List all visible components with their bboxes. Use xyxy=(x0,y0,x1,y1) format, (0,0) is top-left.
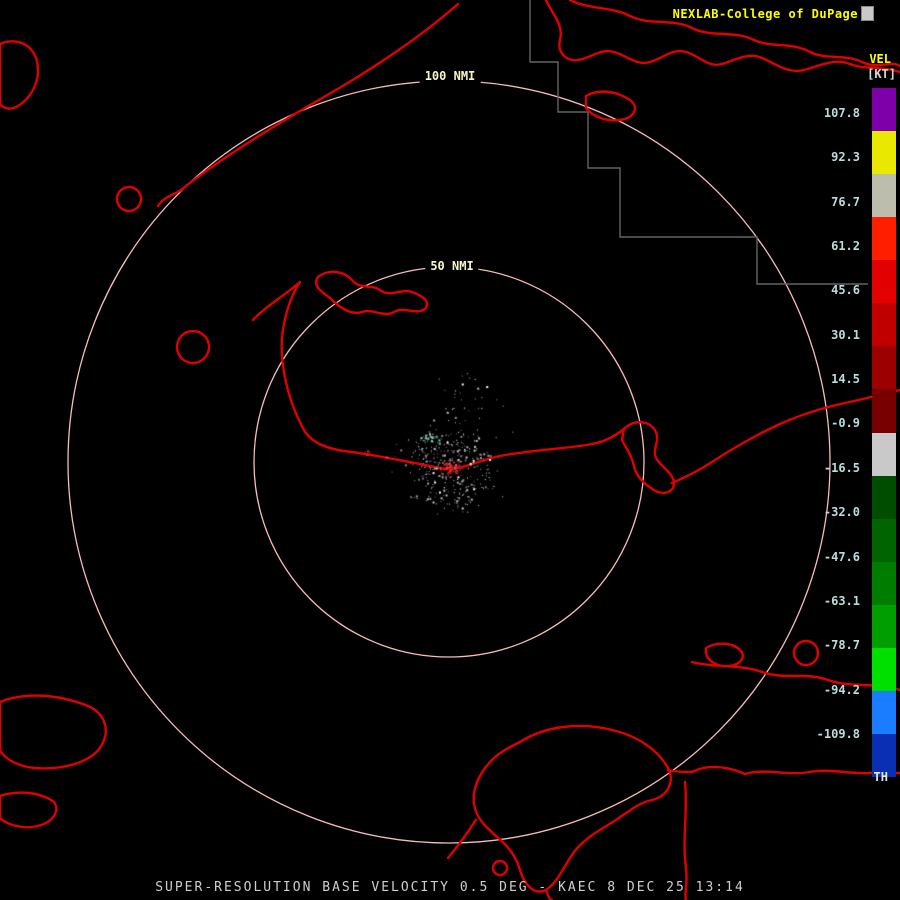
colorbar-segment xyxy=(872,647,896,691)
radar-echoes-canvas xyxy=(0,0,900,900)
product-caption: SUPER-RESOLUTION BASE VELOCITY 0.5 DEG -… xyxy=(155,880,745,895)
colorbar-th-label: TH xyxy=(873,770,888,784)
colorbar-segments xyxy=(872,88,896,777)
ring-label-100nmi: 100 NMI xyxy=(419,68,481,84)
colorbar-segment xyxy=(872,260,896,304)
colorbar-unit-sub: [KT] xyxy=(867,67,896,81)
colorbar-segment xyxy=(872,561,896,605)
colorbar-segment xyxy=(872,303,896,347)
colorbar-segment xyxy=(872,475,896,519)
colorbar-segment xyxy=(872,346,896,390)
colorbar-segment xyxy=(872,88,896,132)
colorbar-segment xyxy=(872,690,896,734)
colorbar-segment xyxy=(872,217,896,261)
colorbar-segment xyxy=(872,432,896,476)
cod-logo-glyph xyxy=(861,6,874,21)
radar-display: 100 NMI 50 NMI NEXLAB-College of DuPage … xyxy=(0,0,900,900)
colorbar-segment xyxy=(872,389,896,433)
site-title: NEXLAB-College of DuPage xyxy=(672,7,858,21)
colorbar-segment xyxy=(872,131,896,175)
colorbar-unit-label: VEL xyxy=(869,52,891,66)
colorbar-segment xyxy=(872,174,896,218)
colorbar-segment xyxy=(872,518,896,562)
ring-label-50nmi: 50 NMI xyxy=(425,258,479,274)
colorbar-segment xyxy=(872,604,896,648)
